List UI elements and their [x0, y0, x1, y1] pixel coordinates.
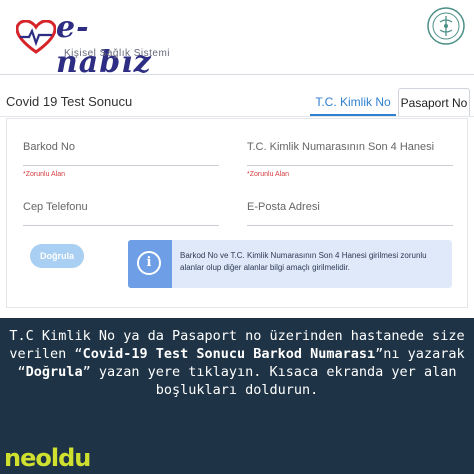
barcode-input[interactable] — [23, 165, 219, 166]
caption-part-3: ” yazan yere tıklayın. Kısaca ekranda ye… — [82, 364, 457, 398]
phone-label: Cep Telefonu — [23, 201, 88, 213]
site-header: e-nabız Kişisel Sağlık Sistemi — [0, 0, 474, 80]
logo-subtitle: Kişisel Sağlık Sistemi — [64, 48, 171, 59]
phone-field[interactable]: Cep Telefonu — [23, 201, 219, 241]
info-icon: i — [137, 251, 161, 275]
tabs-divider — [0, 116, 474, 117]
phone-input[interactable] — [23, 225, 219, 226]
tc-last4-required-note: *Zorunlu Alan — [247, 171, 290, 178]
info-alert: i Barkod No ve T.C. Kimlik Numarasının S… — [128, 240, 452, 288]
info-alert-bar: i — [128, 240, 172, 288]
tab-pasaport-no[interactable]: Pasaport No — [398, 88, 470, 116]
barcode-field[interactable]: Barkod No *Zorunlu Alan — [23, 141, 219, 181]
tc-last4-field[interactable]: T.C. Kimlik Numarasının Son 4 Hanesi *Zo… — [247, 141, 453, 181]
enabiz-logo[interactable]: e-nabız Kişisel Sağlık Sistemi — [8, 6, 178, 80]
email-label: E-Posta Adresi — [247, 201, 320, 213]
header-divider — [0, 74, 474, 75]
dogrula-button[interactable]: Doğrula — [30, 244, 84, 268]
logo-wordmark: e-nabız — [56, 10, 152, 80]
caption-text: T.C Kimlik No ya da Pasaport no üzerinde… — [8, 327, 466, 399]
barcode-required-note: *Zorunlu Alan — [23, 171, 66, 178]
info-alert-text: Barkod No ve T.C. Kimlik Numarasının Son… — [180, 251, 427, 272]
caption-banner: T.C Kimlik No ya da Pasaport no üzerinde… — [0, 318, 474, 474]
email-field[interactable]: E-Posta Adresi — [247, 201, 453, 241]
caption-bold-2: Doğrula — [25, 364, 83, 380]
barcode-label: Barkod No — [23, 141, 75, 153]
neoldu-logo: neoldu — [4, 444, 91, 472]
tc-last4-label: T.C. Kimlik Numarasının Son 4 Hanesi — [247, 141, 435, 153]
page-title: Covid 19 Test Sonucu — [6, 94, 133, 109]
heart-logo-icon — [16, 20, 56, 54]
tc-last4-input[interactable] — [247, 165, 453, 166]
ministry-seal-icon — [427, 7, 465, 45]
tab-tc-kimlik-no[interactable]: T.C. Kimlik No — [310, 88, 396, 116]
caption-bold-1: Covid-19 Test Sonucu Barkod Numarası — [82, 346, 376, 362]
email-input[interactable] — [247, 225, 453, 226]
